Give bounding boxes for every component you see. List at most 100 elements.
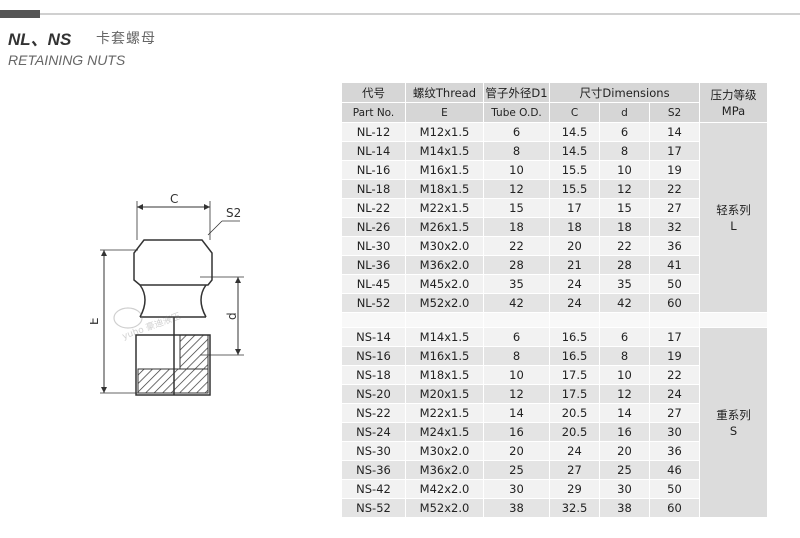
cell-c: 17.5 [549,384,600,404]
cell-d: 15 [599,198,650,218]
page-title: NL、NS [8,30,72,49]
cell-part-no: NL-18 [341,179,406,199]
cell-d: 6 [599,122,650,142]
spec-table: 代号 螺纹Thread 管子外径D1 尺寸Dimensions 压力等级 MPa… [341,82,768,518]
cell-part-no: NS-18 [341,365,406,385]
header-pressure-cn: 压力等级 [710,87,757,102]
header-tube: 管子外径D1 [483,82,550,103]
cell-part-no: NL-22 [341,198,406,218]
cell-part-no: NS-14 [341,327,406,347]
top-rule-line [40,13,800,15]
cell-tube-od: 25 [483,460,550,480]
header-dim-d: d [599,102,650,123]
cell-part-no: NS-24 [341,422,406,442]
cell-tube-od: 22 [483,236,550,256]
cell-tube-od: 38 [483,498,550,518]
cell-d: 35 [599,274,650,294]
cell-d: 10 [599,365,650,385]
cell-part-no: NS-16 [341,346,406,366]
header-part-cn: 代号 [341,82,406,103]
cell-s2: 36 [649,236,700,256]
cell-part-no: NS-22 [341,403,406,423]
cell-s2: 50 [649,274,700,294]
pressure-class-light_series: 轻系列 L [699,122,768,313]
cell-c: 29 [549,479,600,499]
cell-d: 6 [599,327,650,347]
cell-tube-od: 6 [483,327,550,347]
cell-s2: 46 [649,460,700,480]
cell-part-no: NS-30 [341,441,406,461]
cell-thread: M14x1.5 [405,327,484,347]
cell-c: 27 [549,460,600,480]
cell-thread: M52x2.0 [405,293,484,313]
page-subtitle: RETAINING NUTS [8,52,126,68]
hatched-section [137,368,209,394]
cell-part-no: NL-12 [341,122,406,142]
header-thread-sub: E [405,102,484,123]
cell-d: 22 [599,236,650,256]
cell-thread: M14x1.5 [405,141,484,161]
cell-d: 8 [599,141,650,161]
cell-part-no: NL-26 [341,217,406,237]
light-series-rows: NL-12 M12x1.5 6 14.5 6 14 轻系列 L NL-14 M14x1.5 8 14.… [341,122,768,313]
cell-thread: M16x1.5 [405,160,484,180]
cell-part-no: NS-20 [341,384,406,404]
header-tube-sub: Tube O.D. [483,102,550,123]
cell-s2: 24 [649,384,700,404]
header-dimensions: 尺寸Dimensions [549,82,700,103]
cell-s2: 36 [649,441,700,461]
watermark-logo: yuho 豪迪液压 [113,307,182,342]
cell-d: 12 [599,179,650,199]
cell-c: 15.5 [549,179,600,199]
cell-s2: 22 [649,179,700,199]
cell-s2: 19 [649,160,700,180]
cell-part-no: NL-45 [341,274,406,294]
cell-tube-od: 20 [483,441,550,461]
cell-thread: M30x2.0 [405,441,484,461]
pressure-class-heavy_series: 重系列 S [699,327,768,518]
cell-s2: 30 [649,422,700,442]
cell-part-no: NL-16 [341,160,406,180]
cell-part-no: NL-14 [341,141,406,161]
cell-s2: 60 [649,498,700,518]
cell-tube-od: 30 [483,479,550,499]
cell-tube-od: 35 [483,274,550,294]
header-pressure-en: MPa [721,103,746,118]
cell-tube-od: 18 [483,217,550,237]
cell-s2: 17 [649,327,700,347]
cell-c: 16.5 [549,327,600,347]
nut-drawing: C S2 E d yuho 豪迪液压 [90,192,244,396]
cell-c: 20.5 [549,422,600,442]
cell-thread: M45x2.0 [405,274,484,294]
cell-thread: M30x2.0 [405,236,484,256]
cell-d: 28 [599,255,650,275]
top-rule [0,10,800,18]
cell-d: 42 [599,293,650,313]
pressure-class-label: 重系列 [716,407,751,422]
header-dim-s2: S2 [649,102,700,123]
svg-text:yuho 豪迪液压: yuho 豪迪液压 [120,310,182,342]
cell-s2: 41 [649,255,700,275]
cell-d: 18 [599,217,650,237]
cell-thread: M16x1.5 [405,346,484,366]
pressure-class-code: S [729,423,738,438]
header-pressure: 压力等级 MPa [699,82,768,123]
label-s2: S2 [226,206,241,220]
cell-tube-od: 12 [483,179,550,199]
cell-s2: 32 [649,217,700,237]
cell-thread: M18x1.5 [405,179,484,199]
cell-tube-od: 8 [483,141,550,161]
cell-s2: 27 [649,198,700,218]
cell-tube-od: 10 [483,365,550,385]
cell-part-no: NL-30 [341,236,406,256]
cell-tube-od: 10 [483,160,550,180]
cell-d: 25 [599,460,650,480]
cell-part-no: NS-52 [341,498,406,518]
cell-thread: M22x1.5 [405,403,484,423]
cell-c: 24 [549,274,600,294]
label-d: d [225,312,239,320]
pressure-class-label: 轻系列 [716,202,751,217]
cell-thread: M24x1.5 [405,422,484,442]
cell-part-no: NS-42 [341,479,406,499]
cell-tube-od: 28 [483,255,550,275]
